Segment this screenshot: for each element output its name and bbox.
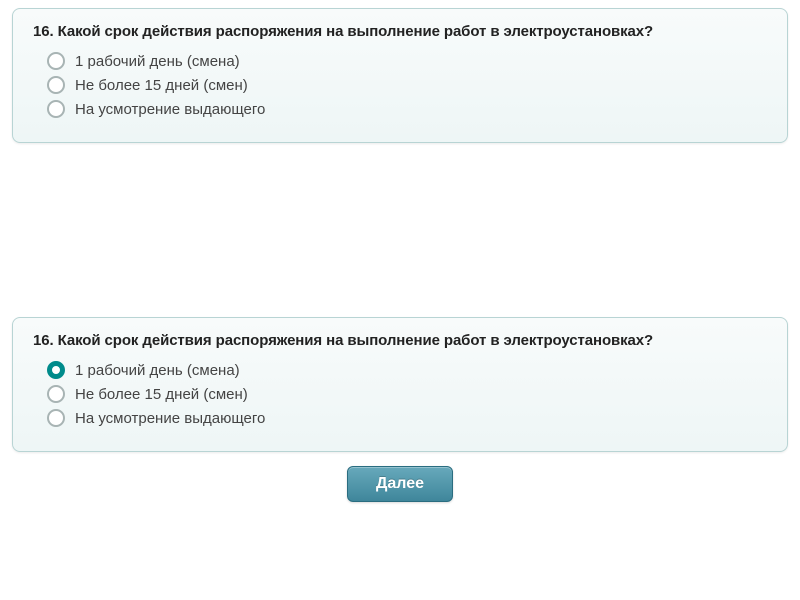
- options-list: 1 рабочий день (смена) Не более 15 дней …: [33, 361, 767, 427]
- radio-icon: [47, 76, 65, 94]
- option-2[interactable]: Не более 15 дней (смен): [47, 385, 767, 403]
- next-button-container: Далее: [12, 466, 788, 502]
- option-3[interactable]: На усмотрение выдающего: [47, 409, 767, 427]
- option-2[interactable]: Не более 15 дней (смен): [47, 76, 767, 94]
- option-label: 1 рабочий день (смена): [75, 53, 240, 70]
- option-3[interactable]: На усмотрение выдающего: [47, 100, 767, 118]
- option-label: 1 рабочий день (смена): [75, 362, 240, 379]
- option-label: Не более 15 дней (смен): [75, 77, 248, 94]
- option-label: На усмотрение выдающего: [75, 101, 265, 118]
- radio-icon-checked: [47, 361, 65, 379]
- option-label: Не более 15 дней (смен): [75, 386, 248, 403]
- option-label: На усмотрение выдающего: [75, 410, 265, 427]
- radio-icon: [47, 409, 65, 427]
- option-1[interactable]: 1 рабочий день (смена): [47, 52, 767, 70]
- radio-icon: [47, 385, 65, 403]
- option-1[interactable]: 1 рабочий день (смена): [47, 361, 767, 379]
- radio-icon: [47, 52, 65, 70]
- question-text: 16. Какой срок действия распоряжения на …: [33, 23, 767, 40]
- question-card-unselected: 16. Какой срок действия распоряжения на …: [12, 8, 788, 143]
- next-button[interactable]: Далее: [347, 466, 453, 502]
- options-list: 1 рабочий день (смена) Не более 15 дней …: [33, 52, 767, 118]
- question-card-selected: 16. Какой срок действия распоряжения на …: [12, 317, 788, 452]
- radio-icon: [47, 100, 65, 118]
- question-text: 16. Какой срок действия распоряжения на …: [33, 332, 767, 349]
